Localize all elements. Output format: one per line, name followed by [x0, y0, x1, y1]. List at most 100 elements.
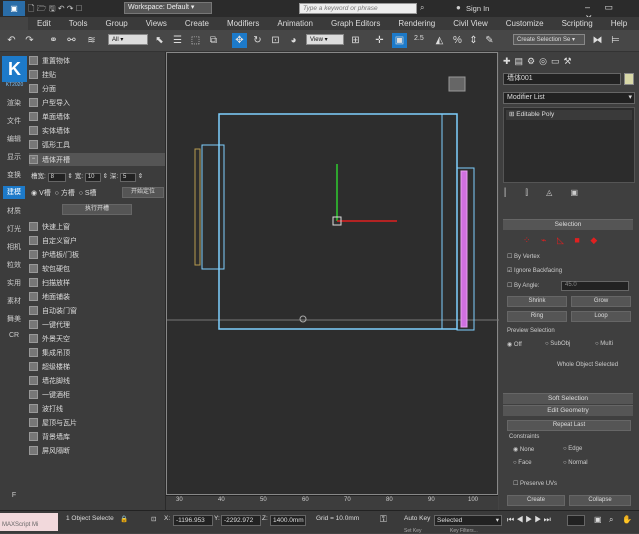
search-input[interactable]: Type a keyword or phrase [299, 3, 417, 14]
ring-button[interactable]: Ring [507, 311, 567, 322]
menu-create[interactable]: Create [176, 19, 218, 28]
redo-icon[interactable]: ↷ [22, 33, 37, 48]
mirror-icon[interactable]: ⧓ [590, 33, 605, 48]
by-angle-checkbox[interactable]: ☐ By Angle: [507, 282, 539, 289]
key-filters-button[interactable]: Key Filters... [450, 528, 478, 534]
menu-rendering[interactable]: Rendering [389, 19, 444, 28]
select-by-name-icon[interactable]: ☰ [170, 33, 185, 48]
ignore-backfacing-checkbox[interactable]: ☑ Ignore Backfacing [507, 267, 562, 274]
command-tabs[interactable]: ✚▤⚙◎▭⚒ [503, 56, 576, 67]
item-auto-doors[interactable]: 自动装门窗 [29, 304, 165, 317]
angle-snap-icon[interactable]: ◭ [432, 33, 447, 48]
item-single-wall[interactable]: 单面墙体 [29, 110, 165, 123]
constraint-normal-radio[interactable]: ○ Normal [563, 460, 588, 466]
pivot-center-icon[interactable]: ⊞ [348, 33, 363, 48]
tab-display[interactable]: 显示 [3, 152, 25, 162]
constraint-edge-radio[interactable]: ○ Edge [563, 446, 582, 452]
create-button[interactable]: Create [507, 495, 565, 506]
item-wine-cabinet[interactable]: 一键酒柜 [29, 388, 165, 401]
item-floorplan-import[interactable]: 户型导入 [29, 96, 165, 109]
lock-icon[interactable]: 🔒 [120, 515, 128, 523]
execute-groove-button[interactable]: 执行开槽 [62, 204, 132, 215]
pan-icon[interactable]: ✋ [622, 515, 632, 524]
selection-rollout-header[interactable]: Selection [503, 219, 633, 230]
menu-animation[interactable]: Animation [268, 19, 322, 28]
soft-selection-rollout[interactable]: Soft Selection [503, 393, 633, 404]
angle-input[interactable]: 45.0 [561, 281, 629, 291]
menu-graph-editors[interactable]: Graph Editors [322, 19, 389, 28]
menu-modifiers[interactable]: Modifiers [218, 19, 268, 28]
tab-utility[interactable]: 实用 [3, 278, 25, 288]
preview-off-radio[interactable]: ◉ Off [507, 341, 522, 348]
item-wall-groove[interactable]: − 墙体开槽 [29, 153, 165, 166]
stack-item-editable-poly[interactable]: ⊞ Editable Poly [506, 110, 632, 120]
shrink-button[interactable]: Shrink [507, 296, 567, 307]
tab-stage[interactable]: 舞美 [3, 314, 25, 324]
s-groove-radio[interactable]: ○ S槽 [79, 190, 97, 197]
link-icon[interactable]: ⚭ [46, 33, 61, 48]
window-crossing-icon[interactable]: ⧉ [206, 33, 221, 48]
z-coord-field[interactable]: 1400.0mm [270, 515, 306, 526]
item-upholstery[interactable]: 软包硬包 [29, 262, 165, 275]
keyboard-shortcut-icon[interactable]: ▣ [392, 33, 407, 48]
tab-edit[interactable]: 编辑 [3, 134, 25, 144]
menu-civil-view[interactable]: Civil View [444, 19, 497, 28]
item-moulding[interactable]: 墙花脚线 [29, 374, 165, 387]
item-stairs[interactable]: 超级楼梯 [29, 360, 165, 373]
item-sweep-loft[interactable]: 扫描放样 [29, 276, 165, 289]
item-wainscot[interactable]: 护墙板/门板 [29, 248, 165, 261]
constraint-face-radio[interactable]: ○ Face [513, 460, 532, 466]
tab-modeling[interactable]: 建模 [3, 186, 25, 199]
select-move-icon[interactable]: ✥ [232, 33, 247, 48]
tab-camera[interactable]: 相机 [3, 242, 25, 252]
time-config-icon[interactable]: ▣ [594, 515, 602, 524]
app-icon[interactable]: ▣ [3, 1, 25, 16]
stack-tools[interactable]: ⎮ ⫿ ◬ ▣ [503, 188, 586, 198]
sign-in-link[interactable]: Sign In [466, 4, 489, 13]
item-arc-tool[interactable]: 弧形工具 [29, 138, 165, 151]
tab-light[interactable]: 灯光 [3, 224, 25, 234]
tab-render[interactable]: 渲染 [3, 98, 25, 108]
square-groove-radio[interactable]: ○ 方槽 [55, 190, 75, 197]
groove-width-input[interactable]: 8 [47, 173, 66, 182]
menu-tools[interactable]: Tools [60, 19, 97, 28]
item-floor-paving[interactable]: 地面铺装 [29, 290, 165, 303]
select-scale-icon[interactable]: ⊡ [268, 33, 283, 48]
unlink-icon[interactable]: ⚯ [64, 33, 79, 48]
auto-key-button[interactable]: Auto Key [404, 515, 430, 522]
rect-selection-icon[interactable]: ⬚ [188, 33, 203, 48]
tab-assets[interactable]: 素材 [3, 296, 25, 306]
item-wave-line[interactable]: 波打线 [29, 402, 165, 415]
percent-snap-icon[interactable]: % [450, 33, 465, 48]
edit-named-sel-icon[interactable]: ✎ [482, 33, 497, 48]
object-color-swatch[interactable] [624, 73, 634, 85]
snaps-toggle[interactable]: 2.5 [414, 35, 424, 42]
groove-deep-input[interactable]: 5 [120, 173, 136, 182]
set-key-button[interactable]: Set Key [404, 528, 422, 534]
menu-edit[interactable]: Edit [28, 19, 60, 28]
tab-cr[interactable]: CR [3, 332, 25, 339]
repeat-last-button[interactable]: Repeat Last [507, 420, 631, 431]
maxscript-listener[interactable]: MAXScript Mi [0, 513, 58, 531]
x-coord-field[interactable]: -1196.953 [173, 515, 213, 526]
preserve-uvs-checkbox[interactable]: ☐ Preserve UVs [513, 480, 557, 487]
quick-access-icons[interactable]: 🗋 🗁 🖫 ↶ ↷ ▢ [28, 3, 82, 17]
menu-group[interactable]: Group [96, 19, 136, 28]
viewport[interactable] [166, 52, 499, 495]
groove-depth-input[interactable]: 10 [84, 173, 101, 182]
by-vertex-checkbox[interactable]: ☐ By Vertex [507, 253, 540, 260]
binoculars-icon[interactable]: ⌕ [420, 3, 424, 13]
menu-customize[interactable]: Customize [497, 19, 553, 28]
tab-f[interactable]: F [3, 492, 25, 499]
loop-button[interactable]: Loop [571, 311, 631, 322]
item-custom-window[interactable]: 自定义窗户 [29, 234, 165, 247]
placement-icon[interactable]: ◕ [286, 33, 301, 48]
item-hang[interactable]: 挂贴 [29, 68, 165, 81]
collapse-button[interactable]: Collapse [569, 495, 631, 506]
object-name-field[interactable]: 墙体001 [503, 73, 621, 85]
zoom-icon[interactable]: ⌕ [609, 515, 613, 525]
spinner-snap-icon[interactable]: ⇕ [466, 33, 481, 48]
key-selection-dropdown[interactable]: Selected ▾ [434, 515, 502, 526]
bind-spacewarp-icon[interactable]: ≋ [84, 33, 99, 48]
item-roof-tiles[interactable]: 屋顶与瓦片 [29, 416, 165, 429]
